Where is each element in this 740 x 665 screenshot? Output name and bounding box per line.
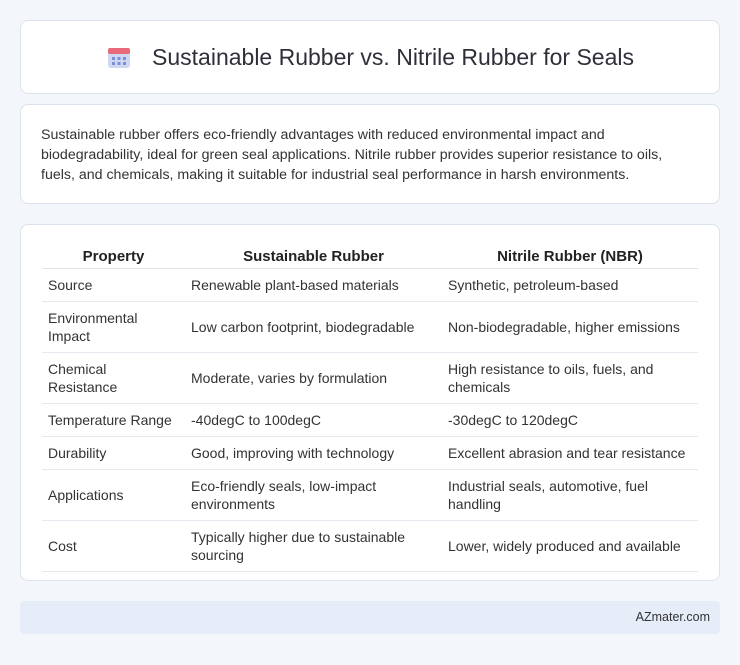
table-row: Durability Good, improving with technolo… [42,436,698,470]
page-title: Sustainable Rubber vs. Nitrile Rubber fo… [152,43,634,70]
cell-nitrile: Industrial seals, automotive, fuel handl… [442,469,698,521]
cell-property: Temperature Range [42,403,185,437]
table-row: Environmental Impact Low carbon footprin… [42,301,698,353]
title-card: Sustainable Rubber vs. Nitrile Rubber fo… [20,20,720,94]
cell-nitrile: High resistance to oils, fuels, and chem… [442,352,698,404]
header-sustainable-rubber: Sustainable Rubber [185,241,442,269]
cell-nitrile: -30degC to 120degC [442,403,698,437]
cell-property: Environmental Impact [42,301,185,353]
calendar-icon [106,44,132,70]
cell-sustainable: Eco-friendly seals, low-impact environme… [185,469,442,521]
cell-sustainable: Renewable plant-based materials [185,268,442,302]
table-row: Source Renewable plant-based materials S… [42,268,698,302]
cell-nitrile: Excellent abrasion and tear resistance [442,436,698,470]
table-row: Applications Eco-friendly seals, low-imp… [42,469,698,521]
cell-nitrile: Lower, widely produced and available [442,520,698,572]
cell-property: Source [42,268,185,302]
table-header-row: Property Sustainable Rubber Nitrile Rubb… [42,241,698,269]
cell-property: Applications [42,469,185,521]
cell-property: Durability [42,436,185,470]
cell-property: Chemical Resistance [42,352,185,404]
cell-nitrile: Synthetic, petroleum-based [442,268,698,302]
table-row: Chemical Resistance Moderate, varies by … [42,352,698,404]
footer-bar: AZmater.com [20,601,720,634]
comparison-table: Property Sustainable Rubber Nitrile Rubb… [42,241,698,572]
table-row: Cost Typically higher due to sustainable… [42,520,698,572]
cell-nitrile: Non-biodegradable, higher emissions [442,301,698,353]
intro-card: Sustainable rubber offers eco-friendly a… [20,104,720,204]
header-property: Property [42,241,185,269]
cell-sustainable: Low carbon footprint, biodegradable [185,301,442,353]
table-row: Temperature Range -40degC to 100degC -30… [42,403,698,437]
comparison-card: Property Sustainable Rubber Nitrile Rubb… [20,224,720,581]
cell-sustainable: Moderate, varies by formulation [185,352,442,404]
cell-sustainable: Typically higher due to sustainable sour… [185,520,442,572]
footer-source: AZmater.com [635,610,710,624]
cell-sustainable: -40degC to 100degC [185,403,442,437]
intro-paragraph: Sustainable rubber offers eco-friendly a… [41,127,663,183]
cell-property: Cost [42,520,185,572]
header-nitrile-rubber: Nitrile Rubber (NBR) [442,241,698,269]
cell-sustainable: Good, improving with technology [185,436,442,470]
